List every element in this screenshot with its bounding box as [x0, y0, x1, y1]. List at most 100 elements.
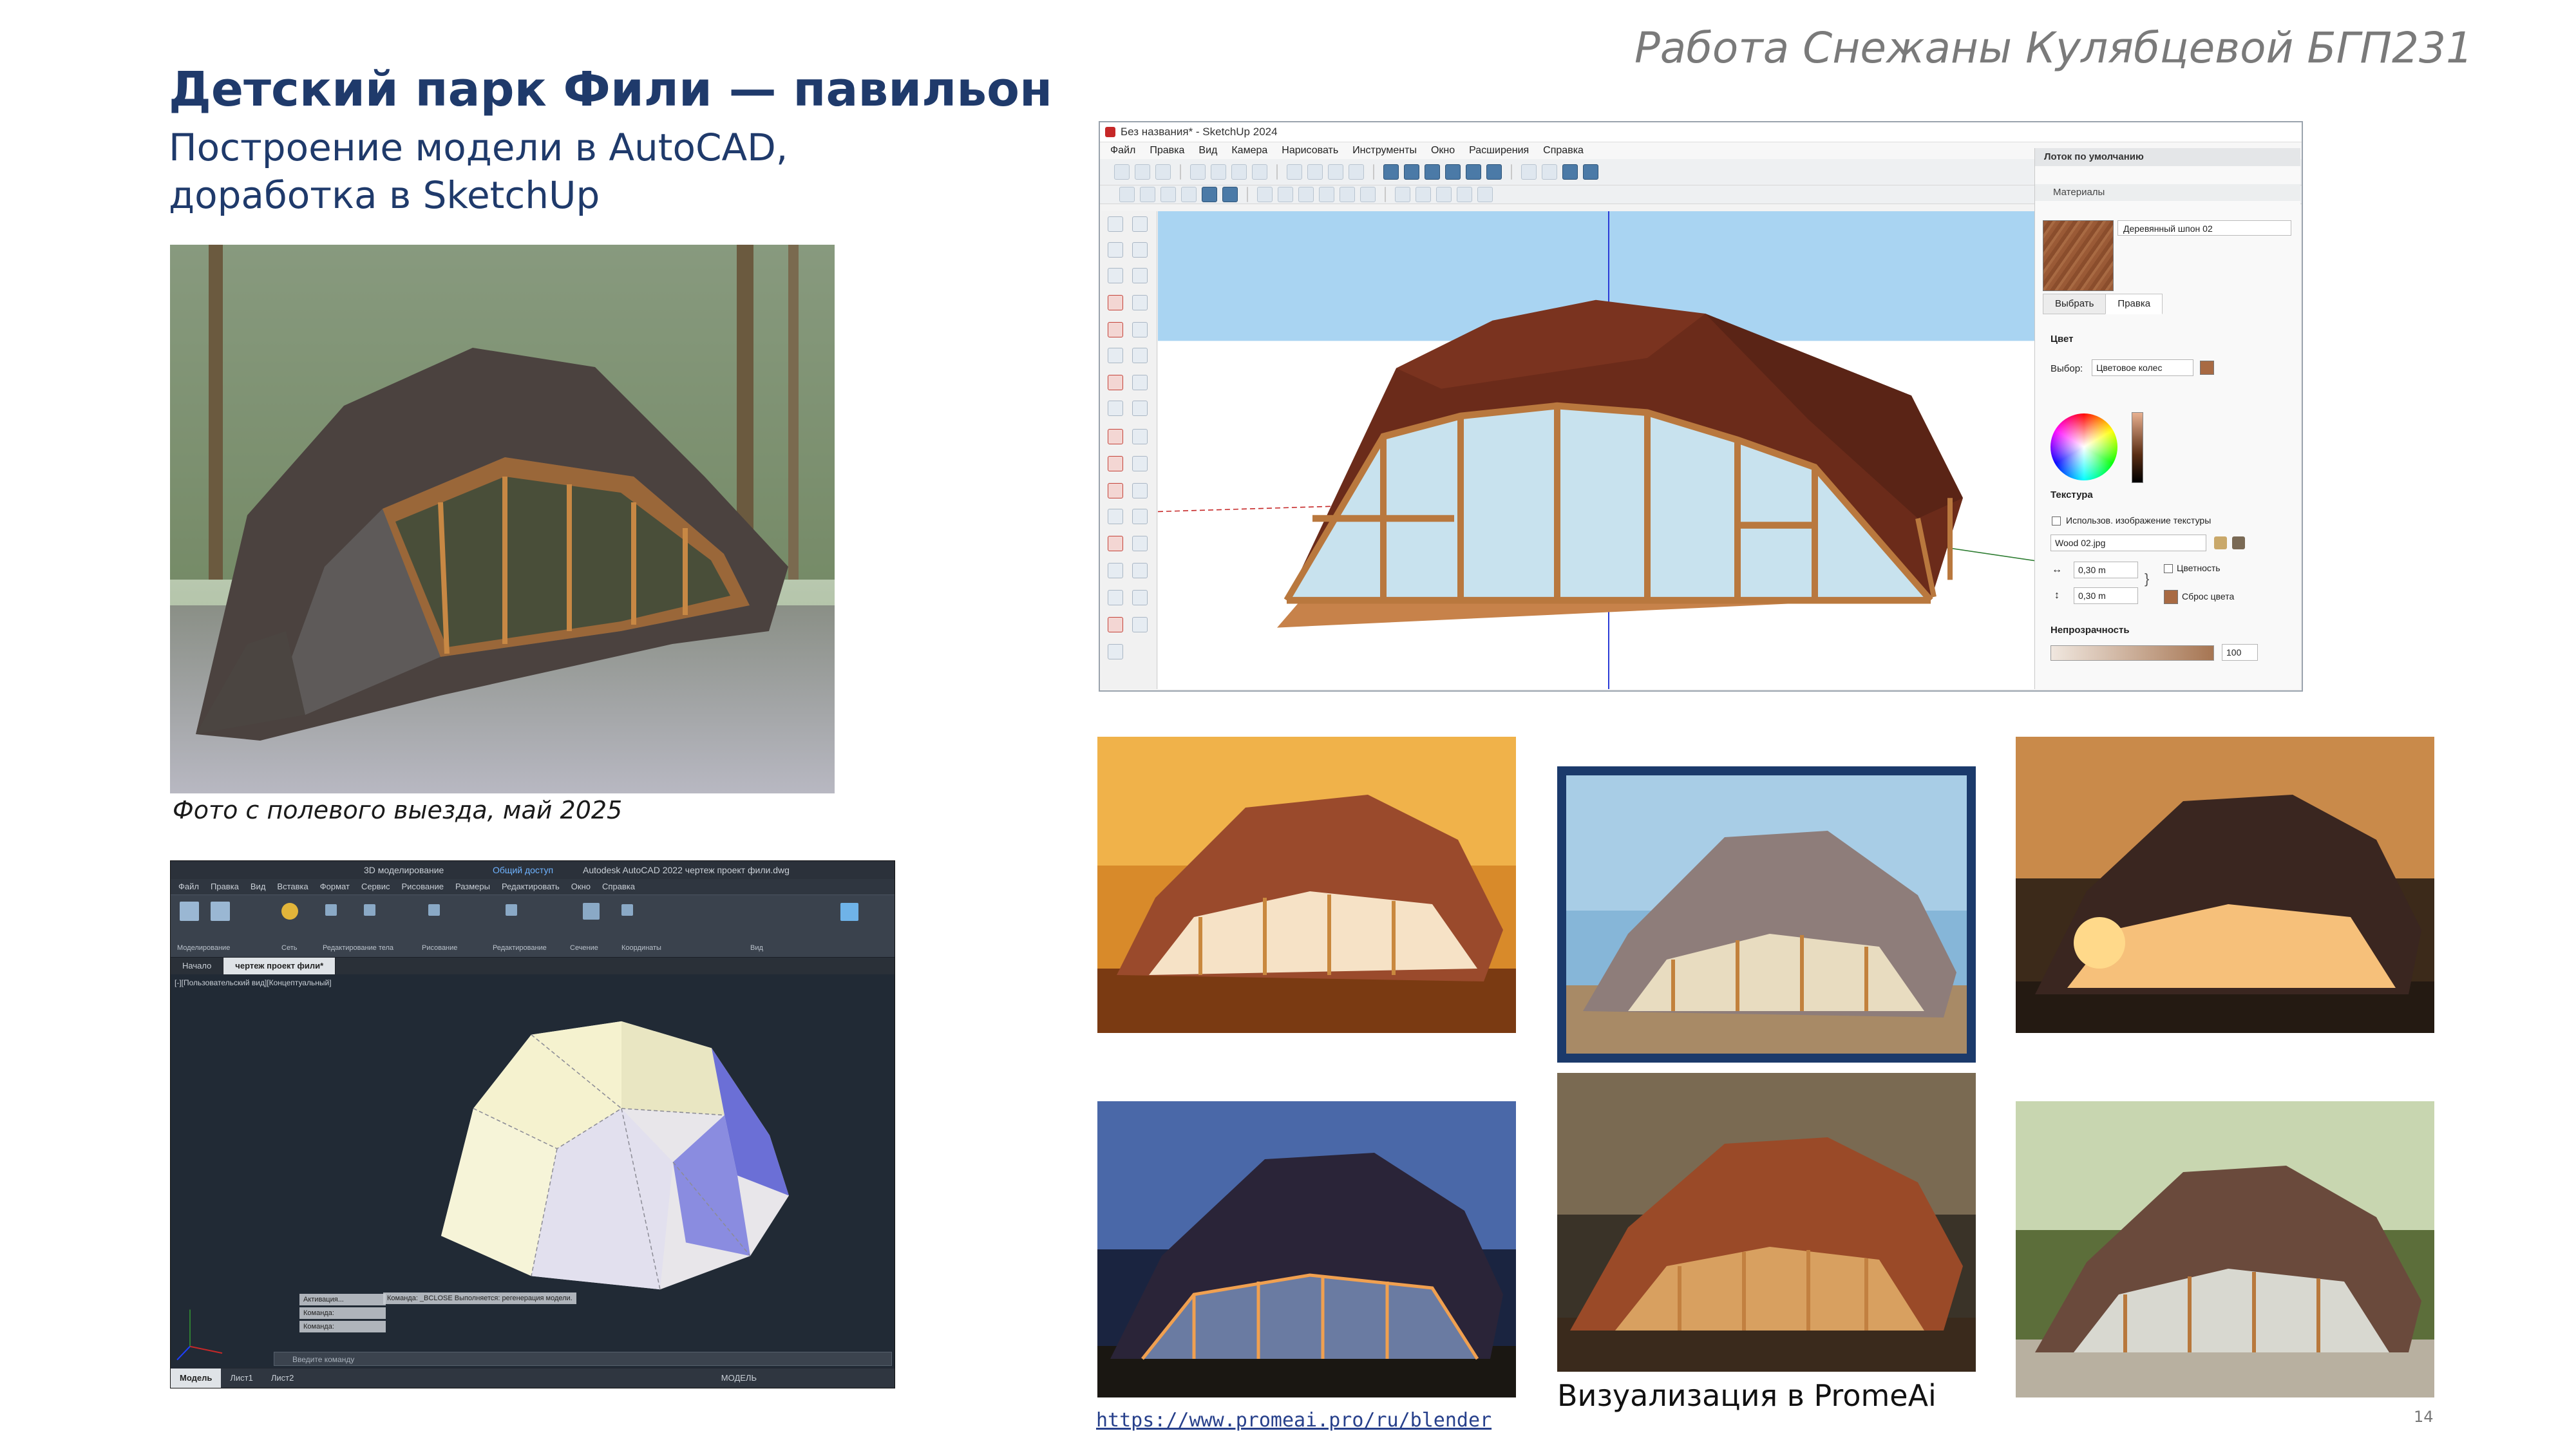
component-icon[interactable] [1319, 187, 1334, 202]
scale-tool-icon[interactable] [1108, 456, 1123, 471]
ac-menu-item[interactable]: Размеры [455, 879, 490, 895]
position-camera-icon[interactable] [1108, 617, 1123, 632]
ac-menu-item[interactable]: Правка [211, 879, 239, 895]
edit-texture-icon[interactable] [2232, 536, 2245, 549]
undo-icon[interactable] [1287, 164, 1302, 180]
browse-texture-icon[interactable] [2214, 536, 2227, 549]
redo-icon[interactable] [1307, 164, 1323, 180]
trim-icon[interactable] [1457, 187, 1472, 202]
previous-view-icon[interactable] [1583, 164, 1598, 180]
promeai-link[interactable]: https://www.promeai.pro/ru/blender [1096, 1409, 1492, 1432]
eraser-tool-icon[interactable] [1132, 242, 1148, 258]
move-icon[interactable] [506, 904, 517, 916]
solid-edit-icon[interactable] [364, 904, 375, 916]
tab-layout1[interactable]: Лист1 [221, 1368, 261, 1388]
link-aspect-icon[interactable]: } [2145, 571, 2149, 587]
pie-tool-icon[interactable] [1132, 375, 1148, 390]
reset-color-swatch[interactable] [2164, 590, 2178, 604]
opacity-slider[interactable] [2050, 645, 2214, 661]
tab-start[interactable]: Начало [171, 958, 224, 974]
pan-tool-icon[interactable] [1132, 563, 1148, 578]
right-view-icon[interactable] [1445, 164, 1461, 180]
box-tool-icon[interactable] [180, 902, 199, 921]
su-menu-item[interactable]: Вид [1198, 142, 1217, 159]
mesh-tool-icon[interactable] [325, 904, 337, 916]
section-tool-icon[interactable] [1108, 644, 1123, 659]
ac-menu-item[interactable]: Файл [178, 879, 199, 895]
section-cut-icon[interactable] [1278, 187, 1293, 202]
shaded-textures-icon[interactable] [1222, 187, 1238, 202]
open-file-icon[interactable] [1135, 164, 1150, 180]
text-tool-icon[interactable] [1132, 509, 1148, 524]
tab-select[interactable]: Выбрать [2043, 294, 2107, 314]
3d-text-icon[interactable] [1132, 536, 1148, 551]
circle-tool-icon[interactable] [1108, 348, 1123, 363]
front-view-icon[interactable] [1425, 164, 1440, 180]
tab-model[interactable]: Модель [171, 1368, 222, 1388]
top-view-icon[interactable] [1404, 164, 1419, 180]
protractor-icon[interactable] [1132, 483, 1148, 498]
tape-measure-icon[interactable] [1108, 483, 1123, 498]
paste-icon[interactable] [1231, 164, 1247, 180]
command-line-input[interactable]: Введите команду [274, 1352, 892, 1366]
paint-bucket-icon[interactable] [1108, 242, 1123, 258]
sphere-tool-icon[interactable] [281, 903, 298, 920]
texture-height-field[interactable]: 0,30 m [2074, 587, 2138, 604]
su-menu-item[interactable]: Камера [1231, 142, 1267, 159]
color-wheel[interactable] [2050, 413, 2117, 480]
pan-icon[interactable] [1542, 164, 1557, 180]
look-around-icon[interactable] [1132, 617, 1148, 632]
su-menu-item[interactable]: Расширения [1469, 142, 1529, 159]
offset-tool-icon[interactable] [1132, 456, 1148, 471]
workspace-label[interactable]: 3D моделирование [364, 861, 444, 879]
hidden-line-icon[interactable] [1181, 187, 1197, 202]
ac-menu-item[interactable]: Окно [571, 879, 591, 895]
shared-label[interactable]: Общий доступ [493, 861, 553, 879]
rectangle-tool-icon[interactable] [1108, 322, 1123, 337]
cut-icon[interactable] [1190, 164, 1206, 180]
dimension-tool-icon[interactable] [1108, 509, 1123, 524]
iso-view-icon[interactable] [1383, 164, 1399, 180]
su-menu-item[interactable]: Окно [1431, 142, 1455, 159]
solid-tools-icon[interactable] [1360, 187, 1376, 202]
group-icon[interactable] [1340, 187, 1355, 202]
lasso-tool-icon[interactable] [1132, 216, 1148, 232]
material-swatch[interactable] [2043, 220, 2114, 291]
walk-tool-icon[interactable] [1132, 590, 1148, 605]
opacity-value-field[interactable]: 100 [2222, 644, 2258, 661]
model-space-toggle[interactable]: МОДЕЛЬ [712, 1368, 766, 1388]
su-menu-item[interactable]: Файл [1110, 142, 1135, 159]
back-edges-icon[interactable] [1140, 187, 1155, 202]
tab-layout2[interactable]: Лист2 [262, 1368, 303, 1388]
wireframe-icon[interactable] [1160, 187, 1176, 202]
new-file-icon[interactable] [1114, 164, 1130, 180]
texture-file-field[interactable]: Wood 02.jpg [2050, 535, 2206, 551]
save-icon[interactable] [1155, 164, 1171, 180]
union-icon[interactable] [1395, 187, 1410, 202]
ac-menu-item[interactable]: Вставка [277, 879, 308, 895]
orbit-icon[interactable] [1521, 164, 1537, 180]
sketchup-viewport[interactable] [1158, 211, 2072, 689]
rotated-rect-icon[interactable] [1132, 322, 1148, 337]
section-fill-icon[interactable] [1298, 187, 1314, 202]
material-name-field[interactable]: Деревянный шпон 02 [2117, 220, 2291, 236]
ac-menu-item[interactable]: Формат [320, 879, 350, 895]
tag-tool-icon[interactable] [1108, 268, 1123, 283]
follow-me-icon[interactable] [1132, 401, 1148, 416]
zoom-extents-icon[interactable] [1562, 164, 1578, 180]
copy-icon[interactable] [1211, 164, 1226, 180]
erase-icon[interactable] [1252, 164, 1267, 180]
texture-width-field[interactable]: 0,30 m [2074, 562, 2138, 578]
extrude-tool-icon[interactable] [211, 902, 230, 921]
zoom-tool-icon[interactable] [1108, 590, 1123, 605]
section-plane-icon[interactable] [583, 903, 600, 920]
su-menu-item[interactable]: Нарисовать [1282, 142, 1338, 159]
left-view-icon[interactable] [1486, 164, 1502, 180]
split-icon[interactable] [1477, 187, 1493, 202]
print-icon[interactable] [1328, 164, 1343, 180]
move-tool-icon[interactable] [1108, 429, 1123, 444]
axes-tool-icon[interactable] [1108, 536, 1123, 551]
view-cube-icon[interactable] [840, 903, 858, 921]
polygon-tool-icon[interactable] [1132, 348, 1148, 363]
select-tool-icon[interactable] [1108, 216, 1123, 232]
